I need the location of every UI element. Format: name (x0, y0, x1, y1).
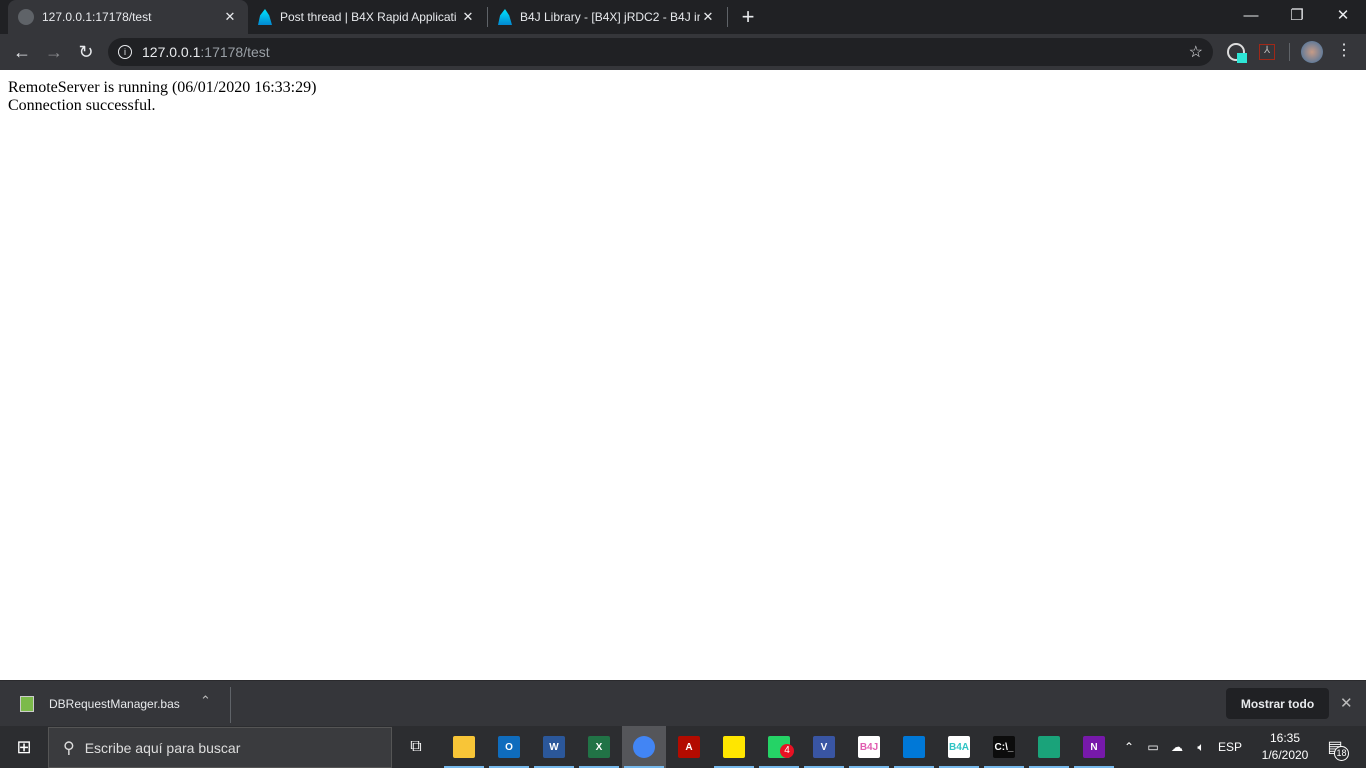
chrome-icon (633, 736, 655, 758)
clock[interactable]: 16:35 1/6/2020 (1252, 726, 1318, 768)
taskbar-app-b4a[interactable]: B4A (937, 726, 981, 768)
restore-button[interactable]: ❐ (1274, 0, 1320, 30)
taskbar-app-visio[interactable]: V (802, 726, 846, 768)
tab-divider (727, 7, 728, 27)
onenote-icon: N (1083, 736, 1105, 758)
notification-count: 18 (1334, 746, 1349, 761)
notifications-icon[interactable]: ▤18 (1320, 726, 1350, 768)
clock-time: 16:35 (1269, 731, 1301, 745)
address-bar[interactable]: i 127.0.0.1:17178/test ☆ (108, 38, 1213, 66)
chevron-up-icon[interactable]: ⌃ (200, 693, 211, 709)
taskbar-app-sticky-notes[interactable] (712, 726, 756, 768)
show-all-button[interactable]: Mostrar todo (1226, 688, 1329, 719)
b4x-flame-icon (258, 9, 272, 25)
close-window-button[interactable]: ✕ (1320, 0, 1366, 30)
menu-kebab-icon[interactable]: ⋮ (1336, 40, 1352, 60)
excel-icon: X (588, 736, 610, 758)
taskbar-app-app-green[interactable] (1027, 726, 1071, 768)
url-path: :17178/test (200, 44, 270, 60)
url-host: 127.0.0.1 (142, 44, 201, 60)
new-tab-button[interactable]: + (736, 4, 760, 30)
network-icon[interactable]: ☁ (1166, 726, 1188, 768)
tab-title: 127.0.0.1:17178/test (42, 10, 152, 24)
globe-icon (18, 9, 34, 25)
reload-button[interactable]: ↻ (72, 34, 100, 70)
browser-toolbar: ← → ↻ i 127.0.0.1:17178/test ☆ ⅄ ⋮ (0, 34, 1366, 70)
taskbar-app-file-explorer[interactable] (442, 726, 486, 768)
task-view-button[interactable]: ⧉ (394, 726, 438, 768)
volume-icon[interactable]: 🔈︎ (1190, 726, 1212, 768)
outlook-icon: O (498, 736, 520, 758)
close-tab-icon[interactable]: ✕ (460, 9, 476, 25)
taskbar-app-acrobat[interactable]: A (667, 726, 711, 768)
connection-status-text: Connection successful. (8, 97, 156, 114)
clock-date: 1/6/2020 (1261, 748, 1309, 762)
file-explorer-icon (453, 736, 475, 758)
word-icon: W (543, 736, 565, 758)
search-box[interactable]: ⚲ Escribe aquí para buscar (48, 727, 392, 768)
b4j-icon: B4J (858, 736, 880, 758)
whatsapp-badge: 4 (780, 744, 794, 758)
taskbar-app-b4x-editor[interactable] (892, 726, 936, 768)
tab-post-thread[interactable]: Post thread | B4X Rapid Applicati ✕ (248, 0, 486, 34)
taskbar-app-onenote[interactable]: N (1072, 726, 1116, 768)
taskbar-app-outlook[interactable]: O (487, 726, 531, 768)
tab-title: Post thread | B4X Rapid Applicati (280, 10, 457, 24)
windows-start-button[interactable]: ⊞ (2, 726, 46, 768)
info-icon[interactable]: i (118, 45, 132, 59)
tab-title: B4J Library - [B4X] jRDC2 - B4J in (520, 10, 700, 24)
taskbar-app-terminal[interactable]: C:\_ (982, 726, 1026, 768)
taskbar-app-chrome[interactable] (622, 726, 666, 768)
sticky-notes-icon (723, 736, 745, 758)
close-tab-icon[interactable]: ✕ (700, 9, 716, 25)
search-icon: ⚲ (63, 739, 75, 757)
page-content: RemoteServer is running (06/01/2020 16:3… (8, 79, 316, 115)
close-tab-icon[interactable]: ✕ (222, 9, 238, 25)
back-button[interactable]: ← (8, 34, 36, 70)
acrobat-icon: A (678, 736, 700, 758)
tab-strip: 127.0.0.1:17178/test ✕ Post thread | B4X… (0, 0, 1366, 34)
toolbar-divider (1289, 43, 1290, 61)
taskbar: ⊞ ⚲ Escribe aquí para buscar ⧉ O W X A V B4J B… (0, 726, 1366, 768)
extension-gauge-icon[interactable] (1227, 43, 1247, 63)
download-shelf: DBRequestManager.bas ⌃ Mostrar todo ✕ (0, 680, 1366, 726)
windows-icon: ⊞ (16, 736, 32, 757)
language-indicator[interactable]: ESP (1214, 726, 1246, 768)
forward-button[interactable]: → (40, 34, 68, 70)
b4a-icon: B4A (948, 736, 970, 758)
taskbar-app-whatsapp[interactable] (757, 726, 801, 768)
close-shelf-icon[interactable]: ✕ (1340, 694, 1353, 712)
tab-b4j-library[interactable]: B4J Library - [B4X] jRDC2 - B4J in ✕ (488, 0, 726, 34)
visio-icon: V (813, 736, 835, 758)
server-status-text: RemoteServer is running (06/01/2020 16:3… (8, 79, 317, 96)
download-filename: DBRequestManager.bas (49, 697, 180, 711)
profile-avatar[interactable] (1301, 41, 1323, 63)
search-placeholder: Escribe aquí para buscar (84, 739, 241, 756)
b4x-flame-icon (498, 9, 512, 25)
minimize-button[interactable]: — (1228, 0, 1274, 30)
battery-icon[interactable]: ▭ (1142, 726, 1164, 768)
taskbar-app-b4j[interactable]: B4J (847, 726, 891, 768)
show-hidden-icons[interactable]: ⌃ (1120, 726, 1138, 768)
file-icon (20, 696, 34, 712)
download-item[interactable]: DBRequestManager.bas ⌃ (0, 681, 230, 727)
tab-active[interactable]: 127.0.0.1:17178/test ✕ (8, 0, 248, 34)
taskbar-app-excel[interactable]: X (577, 726, 621, 768)
terminal-icon: C:\_ (993, 736, 1015, 758)
bookmark-star-icon[interactable]: ☆ (1189, 42, 1203, 62)
divider (230, 687, 231, 723)
acrobat-extension-icon[interactable]: ⅄ (1259, 44, 1275, 60)
taskbar-app-word[interactable]: W (532, 726, 576, 768)
app-green-icon (1038, 736, 1060, 758)
b4x-editor-icon (903, 736, 925, 758)
